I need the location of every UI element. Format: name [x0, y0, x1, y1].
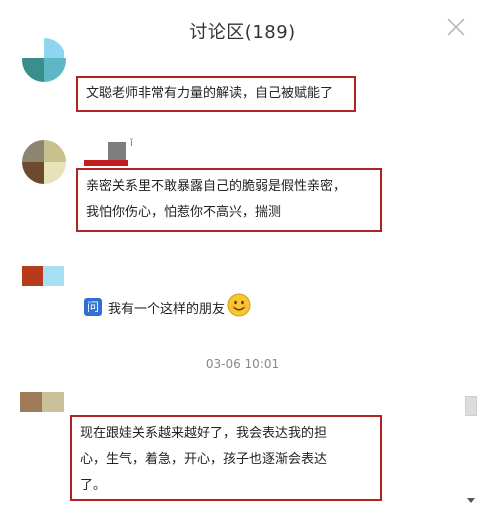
comment-line: 我怕你伤心，怕惹你不高兴，揣测: [86, 205, 282, 220]
username-fragment: ǐ: [130, 138, 133, 149]
comment-line: 了。: [80, 478, 107, 493]
close-button[interactable]: [445, 16, 467, 38]
chevron-down-icon: [467, 498, 475, 503]
comment-text-box: 亲密关系里不敢暴露自己的脆弱是假性亲密， 我怕你伤心，怕惹你不高兴，揣测: [76, 168, 382, 232]
question-comment: 问 我有一个这样的朋友: [84, 293, 251, 321]
comment-line: 心，生气，着急，开心，孩子也逐渐会表达: [80, 452, 328, 467]
discussion-panel: 讨论区(189) 文聪老师非常有力量的解读，自己被赋能了 ǐ 亲密关系里不敢暴露…: [0, 0, 485, 508]
comment-text-box: 文聪老师非常有力量的解读，自己被赋能了: [76, 76, 356, 112]
comment-line: 现在跟娃关系越来越好了，我会表达我的担: [80, 426, 328, 441]
avatar[interactable]: [20, 392, 64, 412]
scroll-down-button[interactable]: [466, 490, 476, 503]
avatar[interactable]: [22, 266, 64, 286]
close-icon: [447, 18, 465, 36]
comment-text: 文聪老师非常有力量的解读，自己被赋能了: [86, 86, 334, 101]
smiling-face-emoji: [227, 293, 251, 321]
avatar[interactable]: [22, 140, 66, 184]
scrollbar-thumb[interactable]: [465, 396, 477, 416]
comment-text: 我有一个这样的朋友: [108, 301, 226, 317]
comment-line: 亲密关系里不敢暴露自己的脆弱是假性亲密，: [86, 179, 347, 194]
page-title: 讨论区(189): [189, 22, 296, 43]
timestamp: 03-06 10:01: [205, 357, 280, 371]
comment-text-box: 现在跟娃关系越来越好了，我会表达我的担 心，生气，着急，开心，孩子也逐渐会表达 …: [70, 415, 382, 501]
username: ǐ: [84, 138, 144, 166]
avatar[interactable]: [22, 38, 66, 82]
question-badge: 问: [84, 298, 102, 316]
